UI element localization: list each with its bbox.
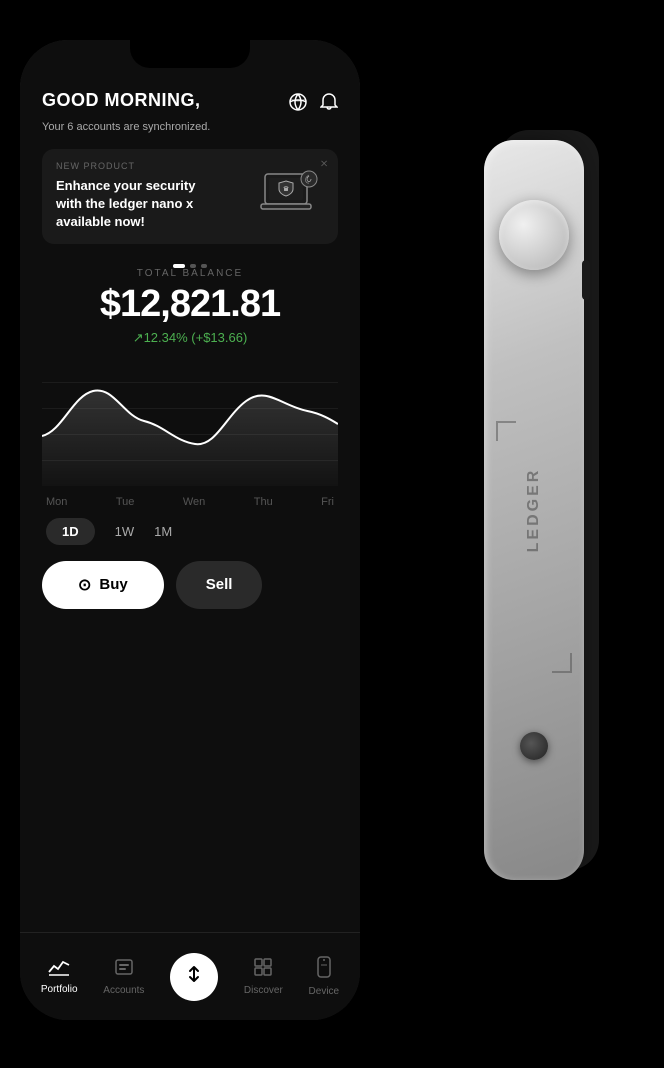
time-range: 1D 1W 1M <box>42 518 338 545</box>
dot-2 <box>190 264 196 268</box>
device-logo-text: LEDGER <box>525 468 543 553</box>
grid-line-1 <box>42 382 338 383</box>
device-logo-area: LEDGER <box>525 468 543 553</box>
sell-label: Sell <box>206 576 233 593</box>
device-button-circle <box>499 200 569 270</box>
time-label-wen: Wen <box>183 496 205 508</box>
greeting: GOOD MORNING, <box>42 90 201 111</box>
time-btn-1w[interactable]: 1W <box>115 524 135 539</box>
banner-image <box>254 166 324 226</box>
balance-change: ↗12.34% (+$13.66) <box>42 330 338 346</box>
product-banner: NEW PRODUCT Enhance your security with t… <box>42 149 338 244</box>
nav-device[interactable]: Device <box>301 952 348 1001</box>
banner-tag: NEW PRODUCT <box>56 161 254 171</box>
grid-line-3 <box>42 434 338 435</box>
balance-label: TOTAL BALANCE <box>42 268 338 279</box>
time-btn-1d[interactable]: 1D <box>46 518 95 545</box>
buy-button[interactable]: ⊙ Buy <box>42 561 164 609</box>
chart-area <box>42 356 338 486</box>
nav-portfolio[interactable]: Portfolio <box>33 954 86 999</box>
time-btn-1m[interactable]: 1M <box>154 524 172 539</box>
banner-close-button[interactable]: × <box>320 157 328 173</box>
accounts-icon <box>114 957 134 981</box>
device-side-button <box>582 260 590 300</box>
banner-content: NEW PRODUCT Enhance your security with t… <box>56 161 254 232</box>
transfer-icon <box>184 964 204 990</box>
action-buttons: ⊙ Buy Sell <box>42 561 338 609</box>
bottom-nav: Portfolio Accounts <box>20 932 360 1020</box>
screen-content: GOOD MORNING, <box>20 40 360 940</box>
phone: GOOD MORNING, <box>20 40 360 1020</box>
grid-line-4 <box>42 460 338 461</box>
nav-portfolio-label: Portfolio <box>41 984 78 995</box>
balance-amount: $12,821.81 <box>42 283 338 326</box>
header: GOOD MORNING, <box>42 90 338 117</box>
scene: GOOD MORNING, <box>0 0 664 1068</box>
device-body: LEDGER <box>484 140 584 880</box>
bell-icon[interactable] <box>320 92 338 117</box>
time-axis: Mon Tue Wen Thu Fri <box>42 496 338 508</box>
banner-title: Enhance your security with the ledger na… <box>56 177 216 232</box>
nav-accounts-label: Accounts <box>103 985 144 996</box>
discover-icon <box>253 957 273 981</box>
device-small-button <box>520 732 548 760</box>
nav-discover-label: Discover <box>244 985 283 996</box>
sell-button[interactable]: Sell <box>176 561 263 609</box>
laptop-shield-icon <box>257 169 322 224</box>
transfer-button[interactable] <box>170 953 218 1001</box>
nav-accounts[interactable]: Accounts <box>95 953 152 1000</box>
buy-label: Buy <box>99 576 127 593</box>
phone-notch <box>130 40 250 68</box>
device-corner-tl <box>496 421 516 441</box>
price-chart-svg <box>42 356 338 486</box>
dot-1 <box>173 264 185 268</box>
time-label-fri: Fri <box>321 496 334 508</box>
time-label-tue: Tue <box>116 496 135 508</box>
header-icons <box>288 92 338 117</box>
globe-icon[interactable] <box>288 92 308 117</box>
balance-section: TOTAL BALANCE $12,821.81 ↗12.34% (+$13.6… <box>42 268 338 346</box>
device-corner-br <box>552 653 572 673</box>
grid-line-2 <box>42 408 338 409</box>
device-icon <box>316 956 332 982</box>
phone-screen: GOOD MORNING, <box>20 40 360 1020</box>
sync-text: Your 6 accounts are synchronized. <box>42 121 338 133</box>
time-label-mon: Mon <box>46 496 67 508</box>
dot-3 <box>201 264 207 268</box>
ledger-device: LEDGER <box>394 120 664 900</box>
buy-icon: ⊙ <box>78 575 91 595</box>
nav-discover[interactable]: Discover <box>236 953 291 1000</box>
nav-device-label: Device <box>309 986 340 997</box>
portfolio-icon <box>48 958 70 980</box>
time-label-thu: Thu <box>254 496 273 508</box>
nav-transfer[interactable] <box>162 949 226 1005</box>
